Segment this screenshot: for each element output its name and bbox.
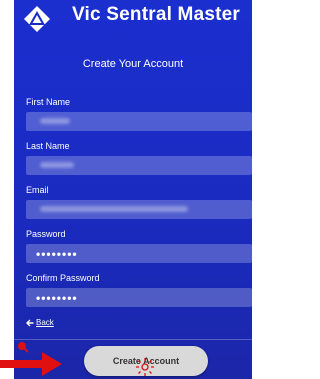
blurred-value <box>40 162 74 168</box>
password-field[interactable]: •••••••• <box>26 244 252 263</box>
email-field[interactable] <box>26 200 252 219</box>
blurred-value <box>40 206 188 212</box>
tap-indicator-icon <box>136 358 154 376</box>
app-screen: Vic Sentral Master Create Your Account F… <box>14 0 252 379</box>
last-name-label: Last Name <box>26 141 70 151</box>
arrow-left-icon <box>26 319 34 326</box>
email-label: Email <box>26 185 49 195</box>
app-header: Vic Sentral Master <box>14 0 252 36</box>
confirm-password-label: Confirm Password <box>26 273 100 283</box>
last-name-field[interactable] <box>26 156 252 175</box>
form-title: Create Your Account <box>82 58 184 70</box>
confirm-password-field[interactable]: •••••••• <box>26 288 252 307</box>
confirm-password-value: •••••••• <box>36 291 78 305</box>
back-link-label: Back <box>36 318 54 327</box>
password-value: •••••••• <box>36 247 78 261</box>
password-label: Password <box>26 229 66 239</box>
blurred-value <box>40 118 70 124</box>
back-link[interactable]: Back <box>26 318 54 327</box>
app-title: Vic Sentral Master <box>72 4 240 25</box>
app-logo-icon <box>24 6 50 32</box>
divider <box>14 339 252 340</box>
first-name-field[interactable] <box>26 112 252 131</box>
first-name-label: First Name <box>26 97 71 107</box>
